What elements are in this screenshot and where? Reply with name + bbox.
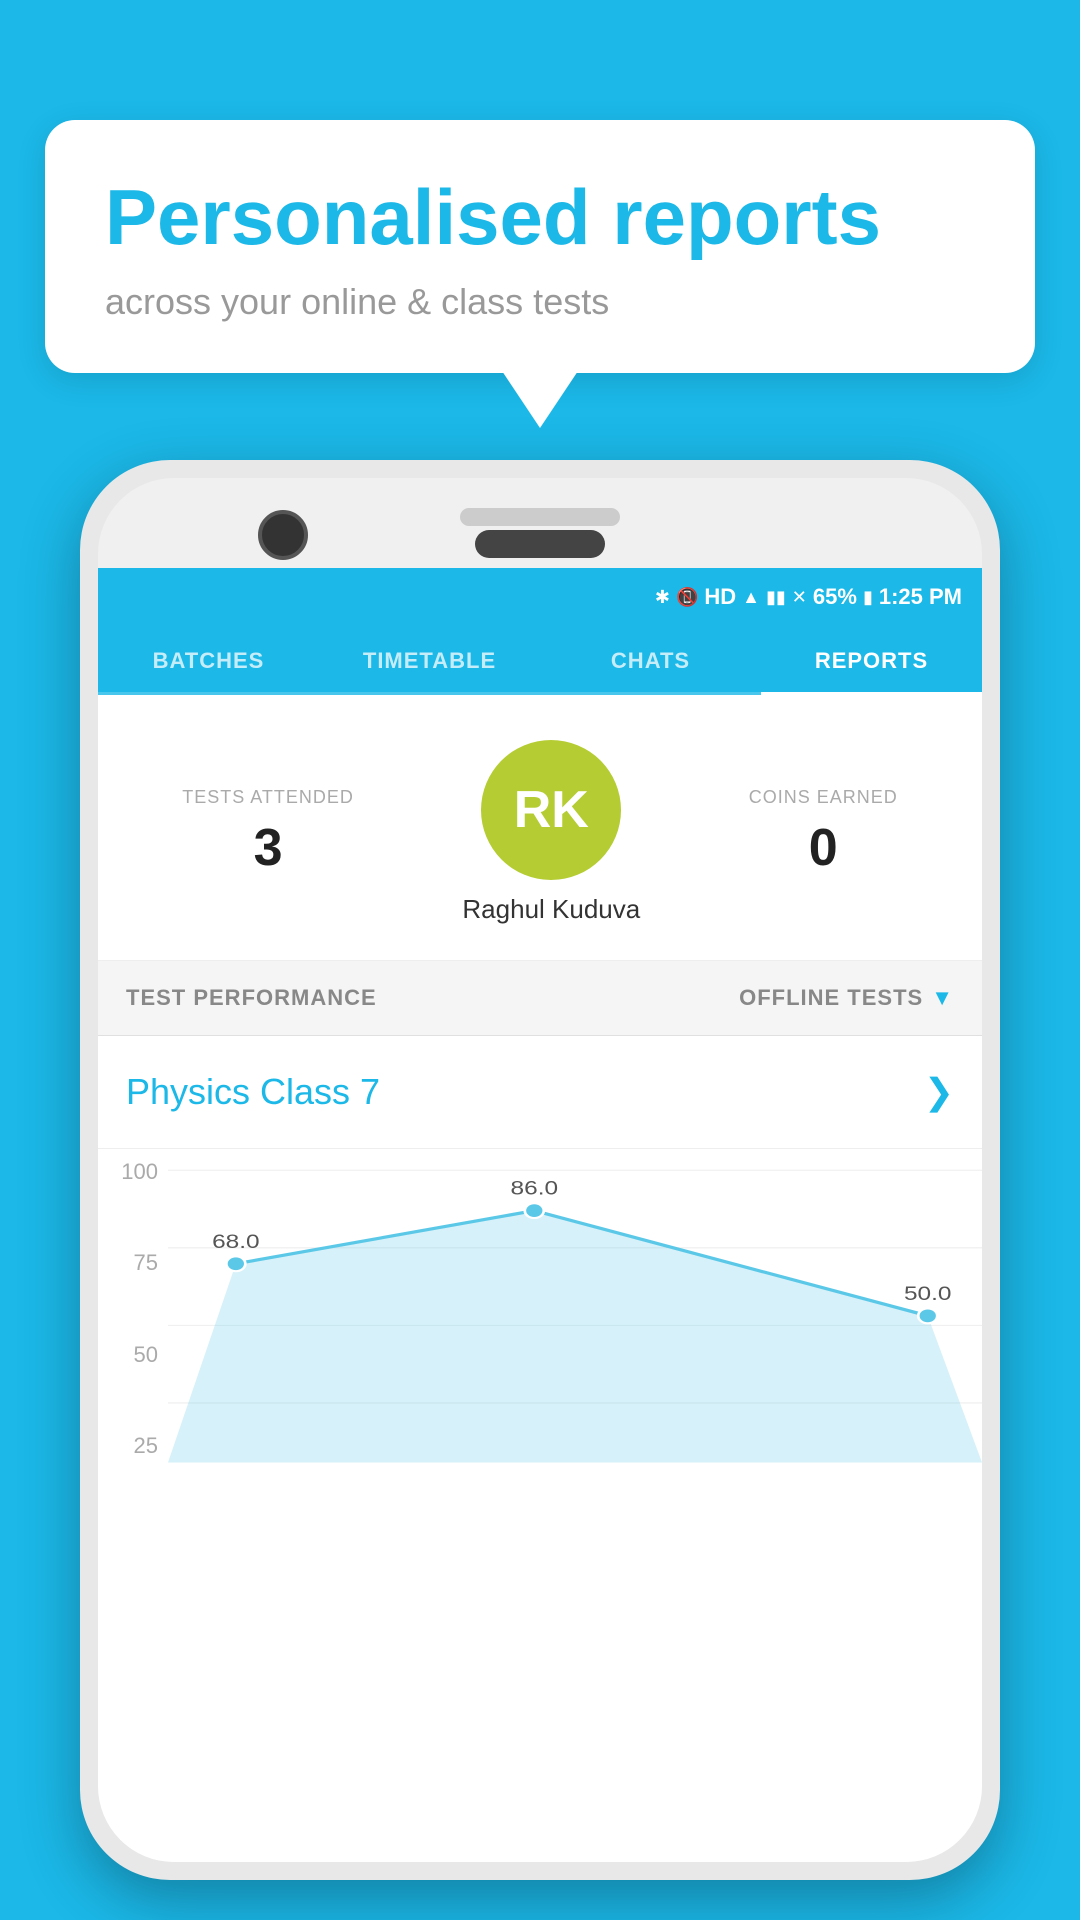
tests-attended-block: TESTS ATTENDED 3 bbox=[182, 787, 354, 878]
camera-icon bbox=[258, 510, 308, 560]
coins-earned-value: 0 bbox=[749, 818, 898, 878]
offline-tests-label: OFFLINE TESTS bbox=[739, 985, 923, 1011]
battery-icon: ▮ bbox=[863, 587, 873, 608]
performance-header: TEST PERFORMANCE OFFLINE TESTS ▼ bbox=[98, 961, 982, 1036]
chart-y-labels: 100 75 50 25 bbox=[98, 1149, 168, 1489]
class-name: Physics Class 7 bbox=[126, 1071, 380, 1113]
status-bar: ✱ 📵 HD ▲ ▮▮ ✕ 65% ▮ 1:25 PM bbox=[98, 568, 982, 626]
chart-area: 100 75 50 25 bbox=[98, 1149, 982, 1489]
x-icon: ✕ bbox=[792, 587, 807, 608]
chart-fill-area bbox=[168, 1211, 982, 1463]
phone-top-bar bbox=[460, 508, 620, 526]
chevron-down-icon: ▼ bbox=[931, 985, 954, 1011]
phone-inner: ✱ 📵 HD ▲ ▮▮ ✕ 65% ▮ 1:25 PM BATCHES TIME… bbox=[98, 478, 982, 1862]
y-label-75: 75 bbox=[108, 1250, 158, 1276]
avatar: RK bbox=[481, 740, 621, 880]
chart-svg-container: 68.0 86.0 50.0 bbox=[168, 1149, 982, 1489]
performance-label: TEST PERFORMANCE bbox=[126, 985, 377, 1011]
class-row[interactable]: Physics Class 7 ❯ bbox=[98, 1036, 982, 1149]
coins-earned-block: COINS EARNED 0 bbox=[749, 787, 898, 878]
data-label-2: 86.0 bbox=[511, 1177, 559, 1199]
tab-chats[interactable]: CHATS bbox=[540, 626, 761, 692]
chart-svg: 68.0 86.0 50.0 bbox=[168, 1149, 982, 1489]
data-label-3: 50.0 bbox=[904, 1282, 952, 1304]
phone-frame: ✱ 📵 HD ▲ ▮▮ ✕ 65% ▮ 1:25 PM BATCHES TIME… bbox=[80, 460, 1000, 1880]
tab-batches[interactable]: BATCHES bbox=[98, 626, 319, 692]
bubble-subtitle: across your online & class tests bbox=[105, 281, 975, 323]
tab-reports[interactable]: REPORTS bbox=[761, 626, 982, 692]
data-point-2 bbox=[525, 1203, 544, 1218]
wifi-icon: ▲ bbox=[742, 587, 760, 608]
clock: 1:25 PM bbox=[879, 584, 962, 610]
speech-bubble: Personalised reports across your online … bbox=[45, 120, 1035, 373]
profile-section: TESTS ATTENDED 3 RK Raghul Kuduva COINS … bbox=[98, 695, 982, 961]
phone-speaker bbox=[475, 530, 605, 558]
battery-percent: 65% bbox=[813, 584, 857, 610]
nav-tabs: BATCHES TIMETABLE CHATS REPORTS bbox=[98, 626, 982, 695]
vibrate-icon: 📵 bbox=[676, 587, 698, 608]
avatar-block: RK Raghul Kuduva bbox=[462, 740, 640, 925]
signal-icon: ▮▮ bbox=[766, 587, 786, 608]
y-label-25: 25 bbox=[108, 1433, 158, 1459]
data-point-3 bbox=[918, 1308, 937, 1323]
status-icons: ✱ 📵 HD ▲ ▮▮ ✕ 65% ▮ 1:25 PM bbox=[655, 584, 962, 610]
offline-tests-dropdown[interactable]: OFFLINE TESTS ▼ bbox=[739, 985, 954, 1011]
coins-earned-label: COINS EARNED bbox=[749, 787, 898, 808]
screen: ✱ 📵 HD ▲ ▮▮ ✕ 65% ▮ 1:25 PM BATCHES TIME… bbox=[98, 568, 982, 1862]
tests-attended-label: TESTS ATTENDED bbox=[182, 787, 354, 808]
bubble-title: Personalised reports bbox=[105, 175, 975, 261]
data-label-1: 68.0 bbox=[212, 1230, 260, 1252]
user-name: Raghul Kuduva bbox=[462, 894, 640, 925]
tests-attended-value: 3 bbox=[182, 818, 354, 878]
bluetooth-icon: ✱ bbox=[655, 587, 670, 608]
data-point-1 bbox=[226, 1256, 245, 1271]
y-label-100: 100 bbox=[108, 1159, 158, 1185]
chevron-right-icon: ❯ bbox=[924, 1071, 954, 1113]
hd-indicator: HD bbox=[704, 584, 736, 610]
y-label-50: 50 bbox=[108, 1342, 158, 1368]
tab-timetable[interactable]: TIMETABLE bbox=[319, 626, 540, 692]
avatar-initials: RK bbox=[514, 780, 589, 840]
